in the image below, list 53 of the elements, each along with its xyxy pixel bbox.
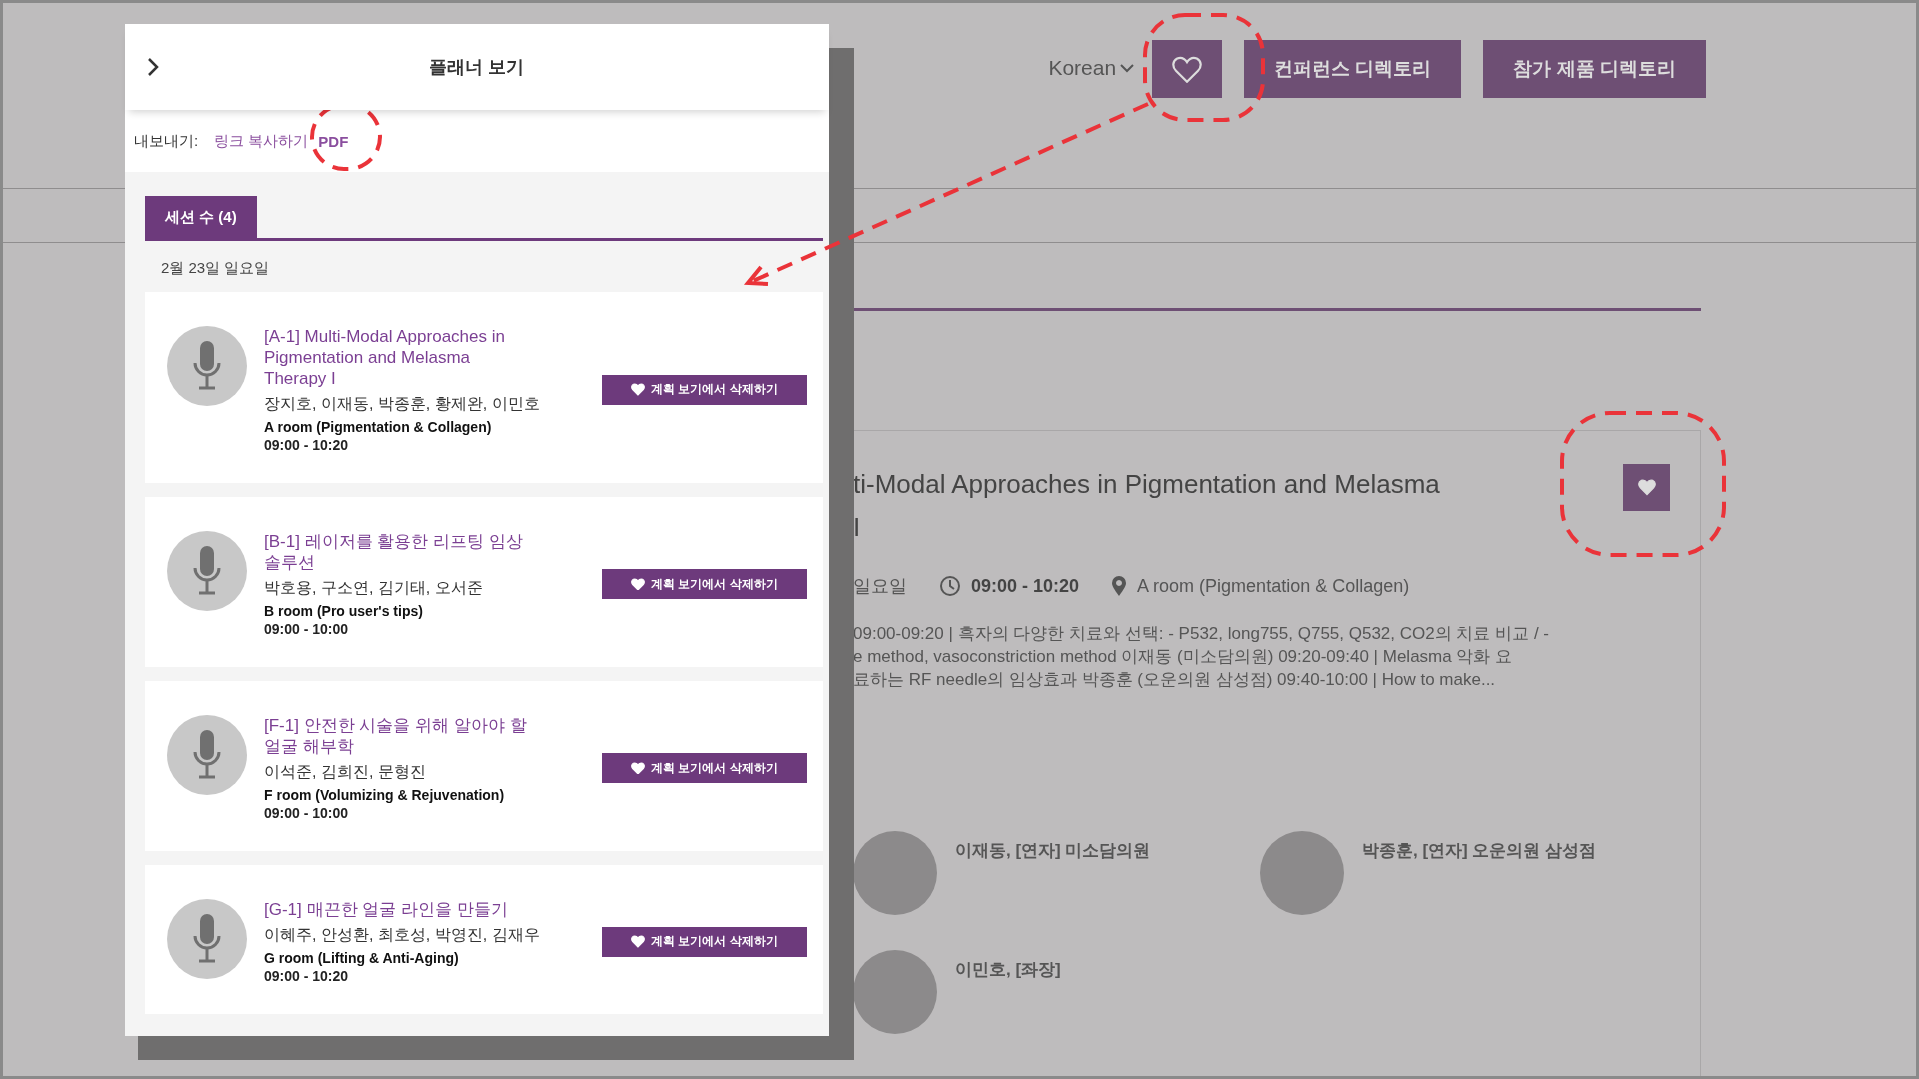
session-link[interactable]: [F-1] 안전한 시술을 위해 알아야 할 얼굴 해부학 xyxy=(264,715,529,757)
chevron-down-icon xyxy=(1120,63,1135,73)
speaker-name[interactable]: 이민호, [좌장] xyxy=(955,958,1061,981)
session-description: 료하는 RF needle의 임상효과 박종훈 (오운의원 삼성점) 09:40-10:00 | How to make... xyxy=(853,669,1497,691)
remove-from-planner-button[interactable]: 계획 보기에서 삭제하기 xyxy=(602,569,807,599)
session-link[interactable]: [A-1] Multi-Modal Approaches in Pigmentation and Melasma Therapy I xyxy=(264,326,529,389)
heart-icon xyxy=(1637,479,1656,496)
directory-button[interactable]: 참가 제품 디렉토리 xyxy=(1483,40,1706,98)
location-pin-icon xyxy=(1111,575,1128,597)
speaker-list: 이혜주, 안성환, 최호성, 박영진, 김재우 xyxy=(264,925,574,946)
remove-from-planner-button[interactable]: 계획 보기에서 삭제하기 xyxy=(602,753,807,783)
session-time: 09:00 - 10:20 xyxy=(971,575,1080,597)
favorite-button[interactable] xyxy=(1623,464,1670,511)
export-link[interactable]: PDF xyxy=(318,132,349,150)
language-selector[interactable]: Korean xyxy=(1048,56,1135,80)
room-name: B room (Pro user's tips) xyxy=(264,603,424,619)
date-heading: 2월 23일 일요일 xyxy=(160,258,271,278)
panel-title: 플래너 보기 xyxy=(429,56,525,79)
speaker-list: 이석준, 김희진, 문형진 xyxy=(264,762,574,783)
session-link[interactable]: [G-1] 매끈한 얼굴 라인을 만들기 xyxy=(264,899,529,920)
heart-icon xyxy=(631,935,646,948)
session-time: 09:00 - 10:00 xyxy=(264,621,350,637)
export-label: 내보내기: xyxy=(134,131,199,151)
sessions-tab[interactable]: 세션 수 (4) xyxy=(145,196,257,238)
remove-from-planner-button[interactable]: 계획 보기에서 삭제하기 xyxy=(602,926,807,957)
speaker-list: 장지호, 이재동, 박종훈, 황제완, 이민호 xyxy=(264,394,574,415)
session-description: e method, vasoconstriction method 이재동 (미소담의원) 09:20-09:40 | Melasma 악화 요 xyxy=(853,646,1514,668)
chevron-right-icon xyxy=(147,57,159,77)
session-link[interactable]: [B-1] 레이저를 활용한 리프팅 임상 솔루션 xyxy=(264,531,529,573)
heart-icon xyxy=(631,577,646,591)
session-title: I xyxy=(853,511,861,544)
session-day: 일요일 xyxy=(853,574,907,598)
remove-from-planner-button[interactable]: 계획 보기에서 삭제하기 xyxy=(602,374,807,405)
room-name: F room (Volumizing & Rejuvenation) xyxy=(264,787,506,803)
heart-icon xyxy=(1172,55,1203,83)
heart-icon xyxy=(631,761,646,775)
speaker-name[interactable]: 이재동, [연자] 미소담의원 xyxy=(955,839,1151,862)
directory-button[interactable]: 컨퍼런스 디렉토리 xyxy=(1244,40,1462,98)
session-room: A room (Pigmentation & Collagen) xyxy=(1137,575,1410,597)
session-time: 09:00 - 10:20 xyxy=(264,968,350,984)
room-name: G room (Lifting & Anti-Aging) xyxy=(264,950,460,966)
speaker-name[interactable]: 박종훈, [연자] 오운의원 삼성점 xyxy=(1362,839,1597,862)
session-time: 09:00 - 10:20 xyxy=(264,437,350,453)
session-title: ti-Modal Approaches in Pigmentation and Melasma xyxy=(853,468,1440,501)
export-link[interactable]: 링크 복사하기 xyxy=(214,131,309,151)
room-name: A room (Pigmentation & Collagen) xyxy=(264,419,493,435)
session-time: 09:00 - 10:00 xyxy=(264,805,350,821)
session-description: 09:00-09:20 | 흑자의 다양한 치료와 선택: - P532, long755, Q755, Q532, CO2의 치료 비교 / - xyxy=(853,623,1550,645)
clock-icon xyxy=(939,575,961,597)
favorites-button[interactable] xyxy=(1152,40,1223,98)
heart-icon xyxy=(631,383,646,396)
close-panel-button[interactable] xyxy=(147,57,159,77)
speaker-list: 박호용, 구소연, 김기태, 오서준 xyxy=(264,578,574,599)
